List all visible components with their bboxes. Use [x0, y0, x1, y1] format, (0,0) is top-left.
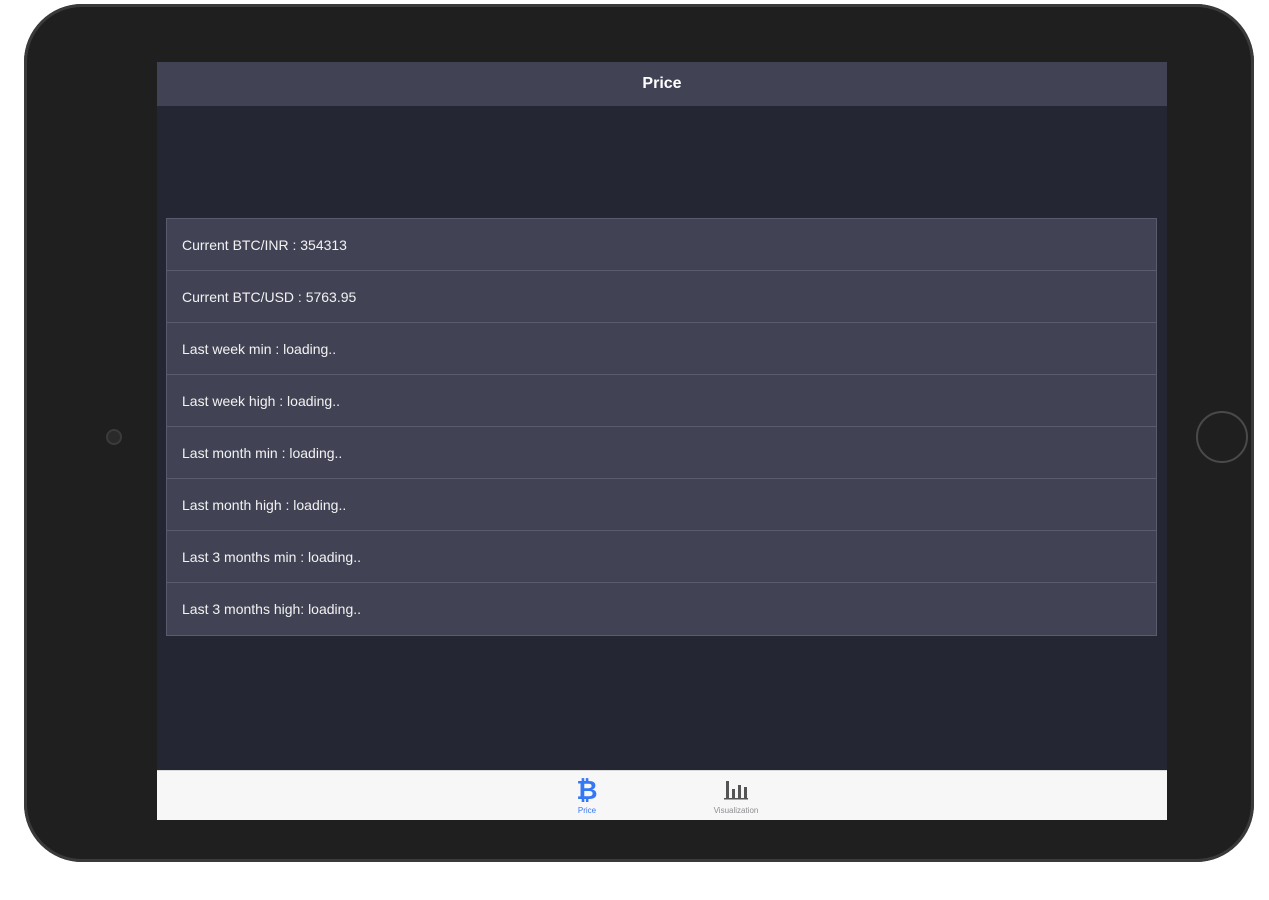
app-screen: Price Current BTC/INR : 354313 Current B… [157, 62, 1167, 820]
row-text: Last 3 months min : loading.. [182, 548, 361, 565]
nav-title: Price [642, 75, 682, 92]
price-row-week-high[interactable]: Last week high : loading.. [167, 375, 1156, 427]
price-row-btc-usd[interactable]: Current BTC/USD : 5763.95 [167, 271, 1156, 323]
price-row-btc-inr[interactable]: Current BTC/INR : 354313 [167, 219, 1156, 271]
row-text: Current BTC/INR : 354313 [182, 236, 347, 253]
bar-chart-icon [723, 774, 749, 804]
price-row-3month-high[interactable]: Last 3 months high: loading.. [167, 583, 1156, 635]
price-row-month-min[interactable]: Last month min : loading.. [167, 427, 1156, 479]
tab-bar: ₿ Price Visualization [157, 770, 1167, 820]
row-text: Last week min : loading.. [182, 340, 337, 357]
tab-label-price: Price [577, 806, 597, 815]
price-row-3month-min[interactable]: Last 3 months min : loading.. [167, 531, 1156, 583]
row-text: Last week high : loading.. [182, 392, 340, 409]
tab-visualization[interactable]: Visualization [701, 774, 771, 815]
row-text: Last month high : loading.. [182, 496, 347, 513]
bitcoin-icon: ₿ [574, 774, 600, 804]
price-row-month-high[interactable]: Last month high : loading.. [167, 479, 1156, 531]
home-button[interactable] [1196, 411, 1248, 463]
row-text: Last 3 months high: loading.. [182, 601, 362, 617]
row-text: Last month min : loading.. [182, 444, 343, 461]
navigation-bar: Price [157, 62, 1167, 106]
svg-text:₿: ₿ [576, 776, 597, 803]
price-list: Current BTC/INR : 354313 Current BTC/USD… [166, 218, 1157, 636]
price-row-week-min[interactable]: Last week min : loading.. [167, 323, 1156, 375]
tab-price[interactable]: ₿ Price [562, 774, 612, 815]
tablet-frame: Price Current BTC/INR : 354313 Current B… [24, 4, 1254, 862]
row-text: Current BTC/USD : 5763.95 [182, 288, 357, 305]
tab-label-visualization: Visualization [713, 806, 759, 815]
front-camera [108, 431, 120, 443]
